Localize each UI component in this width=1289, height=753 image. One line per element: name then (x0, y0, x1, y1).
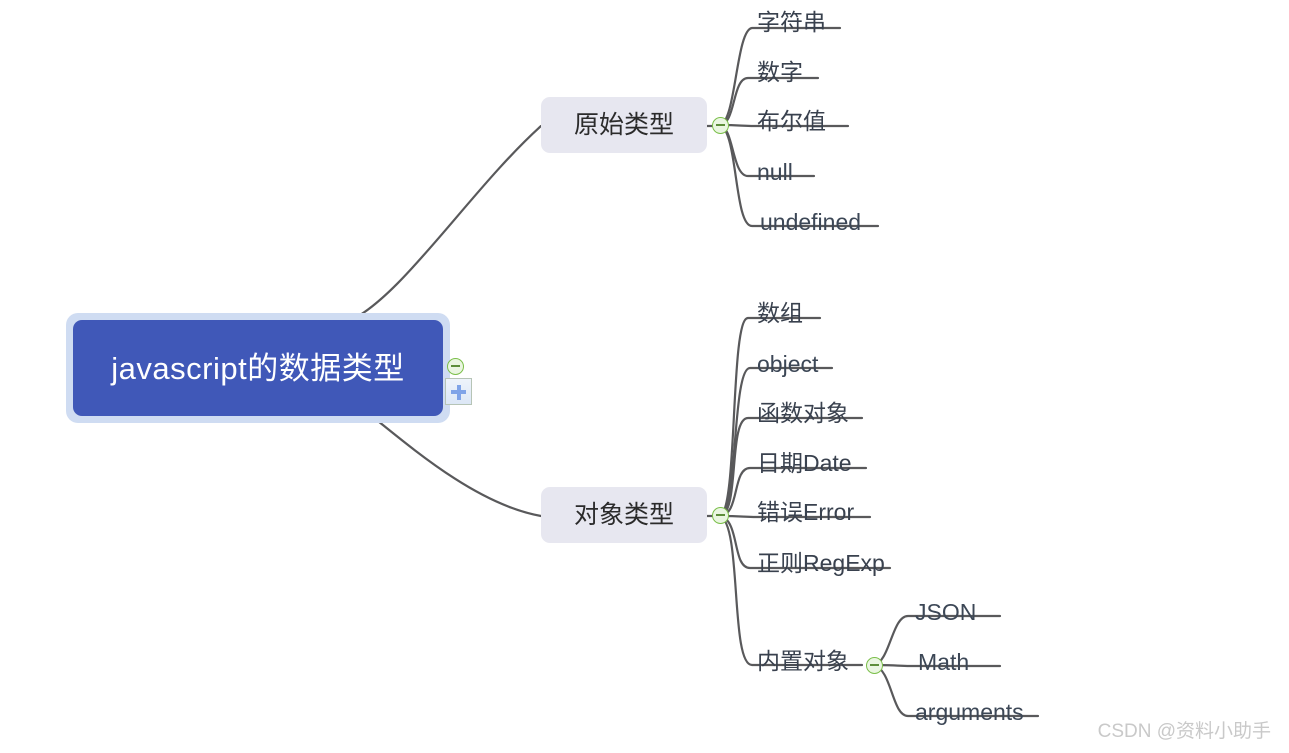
leaf-error[interactable]: 错误Error (757, 501, 854, 524)
primitive-type-collapse-toggle-minus-circle-icon[interactable] (712, 117, 729, 134)
leaf-undefined[interactable]: undefined (760, 211, 861, 234)
watermark: CSDN @资料小助手 (1097, 721, 1271, 742)
leaf-array[interactable]: 数组 (757, 302, 803, 325)
branch-node-object-type[interactable]: 对象类型 (541, 487, 707, 543)
leaf-arguments[interactable]: arguments (915, 701, 1024, 724)
branch-node-primitive-type[interactable]: 原始类型 (541, 97, 707, 153)
branch-node-primitive-type-label: 原始类型 (573, 110, 674, 139)
leaf-math[interactable]: Math (918, 651, 969, 674)
leaf-json[interactable]: JSON (915, 601, 976, 624)
root-node[interactable]: javascript的数据类型 (66, 313, 450, 423)
leaf-object[interactable]: object (757, 353, 818, 376)
leaf-date[interactable]: 日期Date (757, 452, 852, 475)
root-node-label: javascript的数据类型 (111, 350, 405, 386)
leaf-number[interactable]: 数字 (757, 61, 803, 84)
leaf-null[interactable]: null (757, 161, 793, 184)
sub-branch-builtin-objects-label[interactable]: 内置对象 (757, 650, 849, 673)
mindmap-canvas[interactable]: javascript的数据类型 原始类型 字符串 数字 布尔值 null und… (0, 0, 1289, 753)
leaf-function-object[interactable]: 函数对象 (757, 402, 849, 425)
leaf-regexp[interactable]: 正则RegExp (757, 552, 885, 575)
branch-node-object-type-label: 对象类型 (573, 500, 674, 529)
builtin-objects-collapse-toggle-minus-circle-icon[interactable] (866, 657, 883, 674)
root-node-body[interactable]: javascript的数据类型 (73, 320, 443, 416)
leaf-string[interactable]: 字符串 (757, 11, 826, 34)
object-type-collapse-toggle-minus-circle-icon[interactable] (712, 507, 729, 524)
leaf-boolean[interactable]: 布尔值 (757, 110, 826, 133)
add-child-plus-icon[interactable] (445, 378, 472, 405)
root-collapse-toggle-minus-circle-icon[interactable] (447, 358, 464, 375)
